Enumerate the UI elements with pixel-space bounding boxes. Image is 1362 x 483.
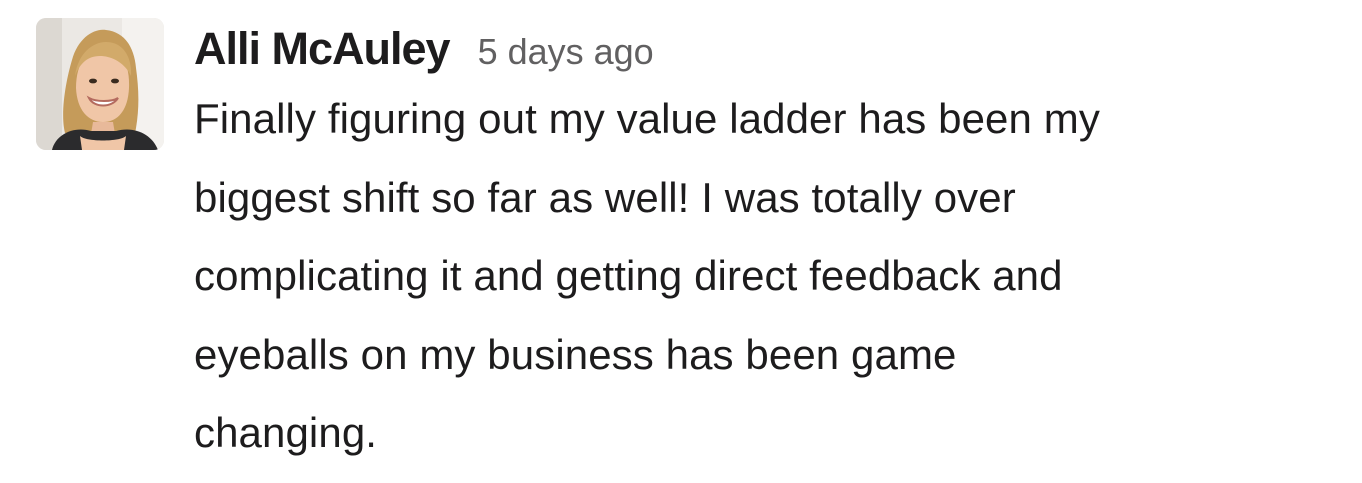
message-line: Finally figuring out my value ladder has… xyxy=(194,95,1100,142)
message-timestamp[interactable]: 5 days ago xyxy=(478,21,654,83)
chat-message: Alli McAuley 5 days ago Finally figuring… xyxy=(0,0,1362,483)
author-name[interactable]: Alli McAuley xyxy=(194,18,451,80)
avatar-photo-icon xyxy=(36,18,164,150)
message-content: Alli McAuley 5 days ago Finally figuring… xyxy=(194,18,1344,473)
message-line: changing. xyxy=(194,409,378,456)
message-line: eyeballs on my business has been game xyxy=(194,330,957,378)
message-line: biggest shift so far as well! I was tota… xyxy=(194,173,1016,221)
message-line: complicating it and getting direct feedb… xyxy=(194,252,1063,299)
user-avatar[interactable] xyxy=(36,18,164,150)
message-header: Alli McAuley 5 days ago xyxy=(194,18,1344,80)
message-body: Finally figuring out my value ladder has… xyxy=(194,80,1344,473)
